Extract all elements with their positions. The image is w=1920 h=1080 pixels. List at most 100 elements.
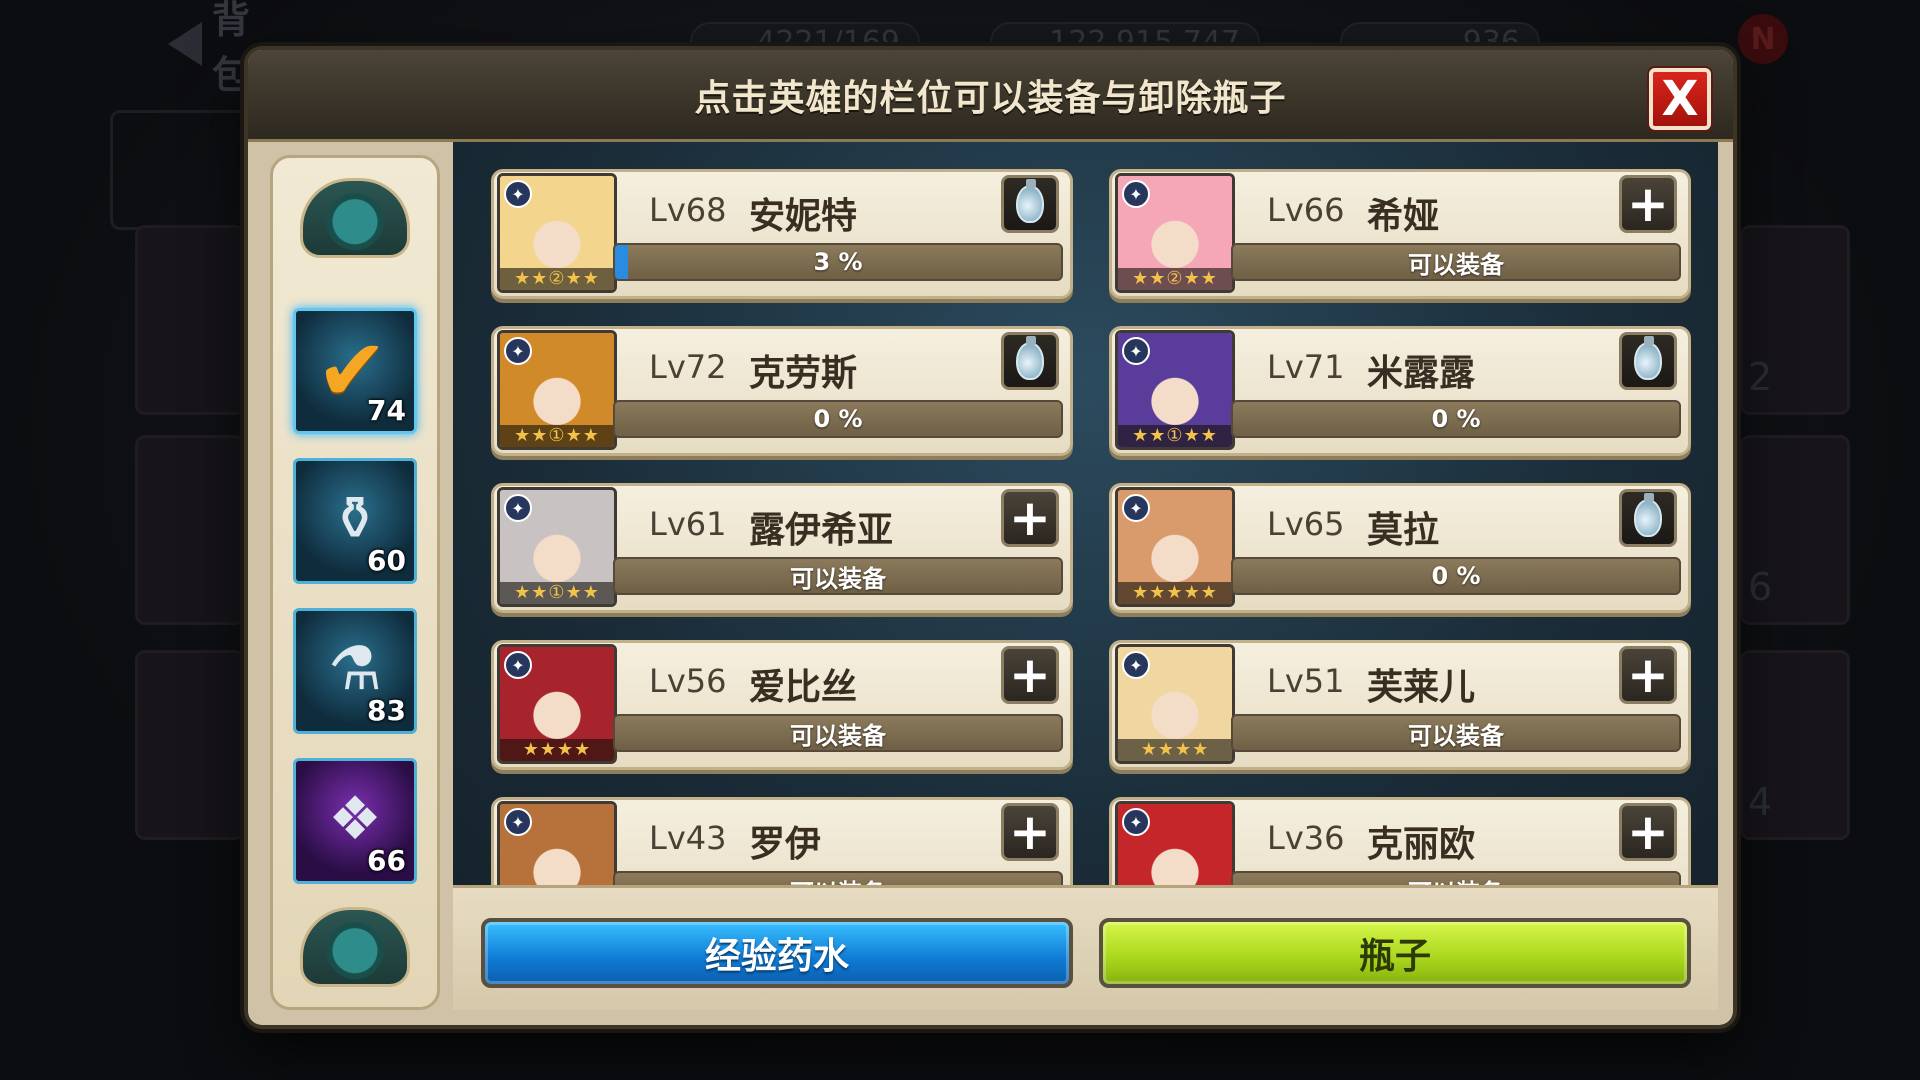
plus-icon: + [1627, 803, 1669, 861]
add-potion-button[interactable]: + [1619, 646, 1677, 704]
hero-status-bar: 可以装备 [613, 714, 1063, 752]
hero-slot[interactable]: ✦ ★★★★ Lv51 芙莱儿 + 可以装备 [1099, 640, 1691, 770]
potion-selector: ✔ 74 ⚱ 60 ⚗ 83 ❖ 66 [270, 155, 440, 1010]
potion-slot[interactable]: ⚱ 60 [293, 458, 417, 584]
hero-status-text: 0 % [813, 405, 863, 433]
hero-name: 爱比丝 [749, 667, 858, 708]
hero-portrait: ✦ ★★①★★ [497, 487, 617, 607]
hero-status-text: 可以装备 [1408, 250, 1504, 279]
equipped-potion-button[interactable] [1001, 332, 1059, 390]
potion-slot[interactable]: ⚗ 83 [293, 608, 417, 734]
potion-bar-bottom-ornament [273, 887, 437, 1007]
potion-icon [1016, 336, 1044, 380]
hero-portrait: ✦ ★★①★★ [1115, 330, 1235, 450]
hero-status-text: 0 % [1431, 405, 1481, 433]
hero-slot[interactable]: ✦ ★★★★ Lv56 爱比丝 + 可以装备 [481, 640, 1073, 770]
hero-status-text: 0 % [1431, 562, 1481, 590]
hero-level: Lv71 [1267, 348, 1345, 386]
dialog-title-bar: 点击英雄的栏位可以装备与卸除瓶子 X [248, 50, 1733, 142]
hero-name: 克丽欧 [1367, 824, 1476, 865]
plus-icon: + [1009, 489, 1051, 547]
hero-class-icon: ✦ [504, 808, 532, 836]
hero-level: Lv68 [649, 191, 727, 229]
background-card [135, 225, 245, 415]
hero-status-bar: 0 % [1231, 400, 1681, 438]
hero-portrait: ✦ ★★★★★ [1115, 487, 1235, 607]
hero-status-bar: 可以装备 [1231, 714, 1681, 752]
hero-status-text: 可以装备 [790, 721, 886, 750]
hero-level: Lv56 [649, 662, 727, 700]
hero-slot[interactable]: ✦ ★★①★★ Lv61 露伊希亚 + 可以装备 [481, 483, 1073, 613]
hero-status-text: 3 % [813, 248, 863, 276]
hero-star-rating: ★★★★ [500, 739, 614, 761]
add-potion-button[interactable]: + [1001, 646, 1059, 704]
hero-portrait: ✦ ★★②★★ [1115, 173, 1235, 293]
equipped-potion-button[interactable] [1001, 175, 1059, 233]
bottle-tab-button[interactable]: 瓶子 [1099, 918, 1691, 988]
add-potion-button[interactable]: + [1001, 489, 1059, 547]
background-panel [110, 110, 270, 230]
hero-slot[interactable]: ✦ ★★①★★ Lv72 克劳斯 0 % [481, 326, 1073, 456]
dialog-title: 点击英雄的栏位可以装备与卸除瓶子 [694, 77, 1287, 119]
hero-portrait: ✦ ★★①★★ [497, 330, 617, 450]
hero-star-rating: ★★★★ [1118, 739, 1232, 761]
potion-slot[interactable]: ❖ 66 [293, 758, 417, 884]
plus-icon: + [1009, 646, 1051, 704]
potion-icon [1016, 179, 1044, 223]
background-number: 2 [1748, 355, 1773, 399]
back-arrow-icon [168, 22, 202, 66]
hero-status-bar: 3 % [613, 243, 1063, 281]
hero-level: Lv36 [1267, 819, 1345, 857]
potion-slot-list: ✔ 74 ⚱ 60 ⚗ 83 ❖ 66 [293, 308, 417, 908]
ornament-emblem-icon [300, 178, 410, 258]
hero-slot[interactable]: ✦ ★★①★★ Lv71 米露露 0 % [1099, 326, 1691, 456]
add-potion-button[interactable]: + [1619, 803, 1677, 861]
potion-count: 74 [367, 394, 406, 427]
equipped-potion-button[interactable] [1619, 332, 1677, 390]
hero-status-text: 可以装备 [1408, 721, 1504, 750]
hero-slot[interactable]: ✦ ★★②★★ Lv66 希娅 + 可以装备 [1099, 169, 1691, 299]
potion-slot[interactable]: ✔ 74 [293, 308, 417, 434]
hero-slot[interactable]: ✦ ★★②★★ Lv68 安妮特 3 % [481, 169, 1073, 299]
exp-potion-tab-button[interactable]: 经验药水 [481, 918, 1073, 988]
hero-level: Lv72 [649, 348, 727, 386]
hero-name: 露伊希亚 [749, 510, 894, 551]
hero-star-rating: ★★②★★ [1118, 268, 1232, 290]
hero-level: Lv43 [649, 819, 727, 857]
equipped-potion-button[interactable] [1619, 489, 1677, 547]
potion-icon [1634, 493, 1662, 537]
hero-status-bar: 0 % [1231, 557, 1681, 595]
hero-star-rating: ★★★★★ [1118, 582, 1232, 604]
hero-name: 米露露 [1367, 353, 1476, 394]
add-potion-button[interactable]: + [1619, 175, 1677, 233]
hero-class-icon: ✦ [504, 494, 532, 522]
hero-class-icon: ✦ [1122, 494, 1150, 522]
hero-status-bar: 可以装备 [1231, 243, 1681, 281]
hero-status-text: 可以装备 [790, 564, 886, 593]
hero-name: 希娅 [1367, 196, 1440, 237]
hero-slot[interactable]: ✦ ★★★★★ Lv65 莫拉 0 % [1099, 483, 1691, 613]
close-button[interactable]: X [1649, 68, 1711, 130]
background-number: 4 [1748, 780, 1773, 824]
hero-name: 克劳斯 [749, 353, 858, 394]
hero-progress-fill [615, 245, 629, 279]
plus-icon: + [1009, 803, 1051, 861]
hero-class-icon: ✦ [1122, 180, 1150, 208]
potion-count: 83 [367, 694, 406, 727]
hero-name: 莫拉 [1367, 510, 1440, 551]
background-number: 6 [1748, 565, 1773, 609]
plus-icon: + [1627, 646, 1669, 704]
potion-bar-top-ornament [273, 158, 437, 278]
hero-class-icon: ✦ [504, 337, 532, 365]
hero-name: 安妮特 [749, 196, 858, 237]
hero-level: Lv61 [649, 505, 727, 543]
potion-equip-dialog: 点击英雄的栏位可以装备与卸除瓶子 X ✔ 74 ⚱ 60 ⚗ 83 ❖ 66 ✦… [248, 50, 1733, 1025]
potion-count: 66 [367, 844, 406, 877]
hero-star-rating: ★★①★★ [1118, 425, 1232, 447]
background-card [135, 650, 245, 840]
hero-class-icon: ✦ [504, 651, 532, 679]
hero-list[interactable]: ✦ ★★②★★ Lv68 安妮特 3 % ✦ ★★②★★ Lv66 希娅 + 可… [453, 142, 1718, 932]
plus-icon: + [1627, 175, 1669, 233]
add-potion-button[interactable]: + [1001, 803, 1059, 861]
hero-level: Lv66 [1267, 191, 1345, 229]
